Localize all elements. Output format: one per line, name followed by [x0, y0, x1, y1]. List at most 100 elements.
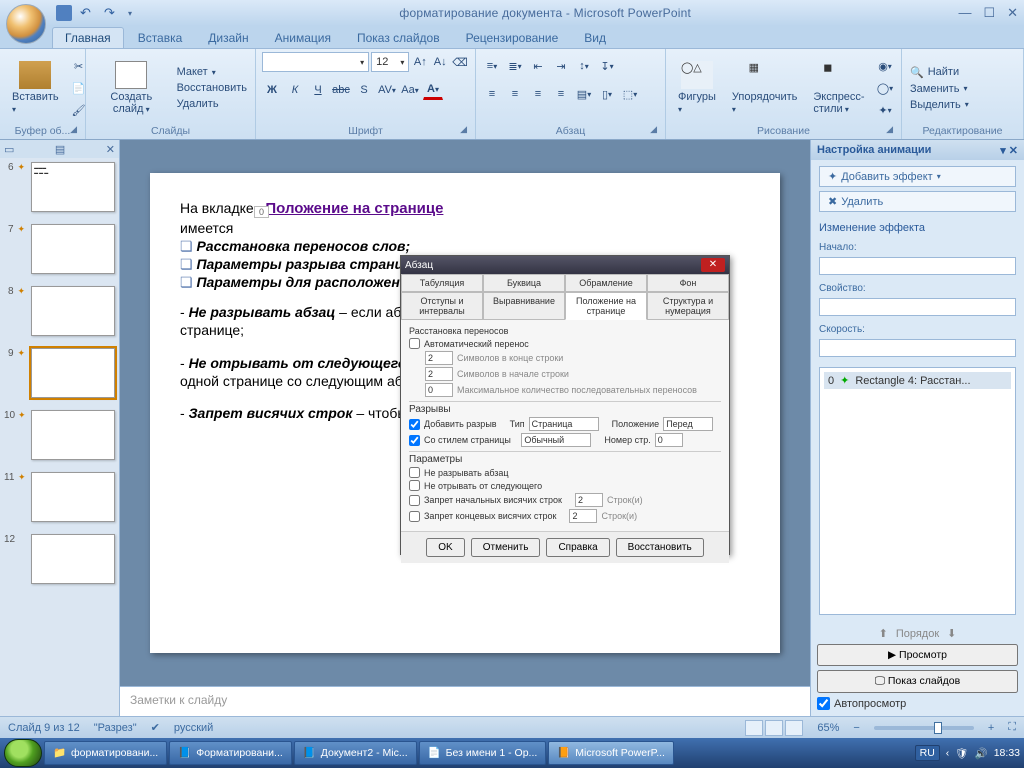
shrink-font-button[interactable]: A↓: [431, 52, 449, 72]
break-type-select[interactable]: Страница: [529, 417, 599, 431]
undo-icon[interactable]: [80, 5, 96, 21]
justify-button[interactable]: ≡: [551, 84, 571, 104]
font-color-button[interactable]: A: [423, 80, 443, 100]
tray-volume-icon[interactable]: 🔊: [975, 747, 988, 760]
font-size-combo[interactable]: 12: [371, 52, 409, 72]
decrease-indent-button[interactable]: ⇤: [528, 56, 548, 76]
task-oo[interactable]: 📄Без имени 1 - Op...: [419, 741, 547, 765]
para-dialog-launcher[interactable]: ◢: [650, 124, 657, 135]
anim-pane-menu-icon[interactable]: ▾: [1000, 145, 1006, 157]
tab-review[interactable]: Рецензирование: [454, 28, 571, 48]
spellcheck-icon[interactable]: ✔: [151, 721, 160, 734]
dtab-tabs[interactable]: Табуляция: [401, 274, 483, 292]
add-break-check[interactable]: [409, 419, 420, 430]
thumb-10[interactable]: 10✦: [4, 410, 115, 460]
text-direction-button[interactable]: ↧: [597, 56, 617, 76]
align-left-button[interactable]: ≡: [482, 84, 502, 104]
tab-insert[interactable]: Вставка: [126, 28, 195, 48]
new-slide-button[interactable]: Создать слайд: [92, 59, 171, 117]
tab-slideshow[interactable]: Показ слайдов: [345, 28, 452, 48]
task-powerpoint[interactable]: 📙Microsoft PowerP...: [548, 741, 674, 765]
shadow-button[interactable]: S: [354, 80, 374, 100]
smartart-button[interactable]: ⬚: [620, 84, 640, 104]
lang-indicator[interactable]: RU: [915, 745, 940, 761]
font-family-combo[interactable]: [262, 52, 369, 72]
keep-together-check[interactable]: [409, 467, 420, 478]
clock[interactable]: 18:33: [994, 747, 1020, 759]
thumb-6[interactable]: 6✦▬▬▬▬ ▬ ▬: [4, 162, 115, 212]
close-button[interactable]: ✕: [1007, 5, 1018, 21]
break-pos-select[interactable]: Перед: [663, 417, 713, 431]
tab-home[interactable]: Главная: [52, 27, 124, 48]
slideshow-view-button[interactable]: [785, 720, 803, 736]
dialog-ok-button[interactable]: OK: [426, 538, 464, 557]
tab-design[interactable]: Дизайн: [196, 28, 260, 48]
bullets-button[interactable]: ≡: [482, 56, 502, 76]
task-explorer[interactable]: 📁форматировани...: [44, 741, 167, 765]
tab-view[interactable]: Вид: [572, 28, 618, 48]
effect-list[interactable]: 0 ✦ Rectangle 4: Расстан...: [819, 367, 1016, 615]
slide-canvas[interactable]: На вкладке Положение на странице имеется…: [150, 173, 780, 653]
zoom-slider[interactable]: [874, 726, 974, 730]
anim-pane-close-icon[interactable]: ✕: [1009, 145, 1018, 157]
effect-item[interactable]: 0 ✦ Rectangle 4: Расстан...: [824, 372, 1011, 389]
maximize-button[interactable]: ☐: [983, 5, 995, 21]
close-thumbs-icon[interactable]: ✕: [106, 143, 115, 156]
widow-start-check[interactable]: [409, 495, 420, 506]
numbering-button[interactable]: ≣: [505, 56, 525, 76]
add-effect-button[interactable]: ✦ Добавить эффект: [819, 166, 1016, 187]
zoom-in-button[interactable]: +: [988, 722, 994, 734]
select-button[interactable]: Выделить: [908, 98, 971, 112]
outline-tab-icon[interactable]: ▭: [4, 143, 14, 156]
normal-view-button[interactable]: [745, 720, 763, 736]
dialog-reset-button[interactable]: Восстановить: [616, 538, 704, 557]
align-center-button[interactable]: ≡: [505, 84, 525, 104]
auto-hyphen-check[interactable]: [409, 338, 420, 349]
thumb-11[interactable]: 11✦: [4, 472, 115, 522]
arrange-button[interactable]: ▦Упорядочить: [726, 59, 803, 117]
align-right-button[interactable]: ≡: [528, 84, 548, 104]
columns-button[interactable]: ▤: [574, 84, 594, 104]
pagenum-spin[interactable]: 0: [655, 433, 683, 447]
thumb-7[interactable]: 7✦: [4, 224, 115, 274]
increase-indent-button[interactable]: ⇥: [551, 56, 571, 76]
clear-format-button[interactable]: ⌫: [451, 52, 469, 72]
shape-fill-button[interactable]: ◉: [875, 56, 895, 76]
draw-dialog-launcher[interactable]: ◢: [886, 124, 893, 135]
widow-end-spin[interactable]: 2: [569, 509, 597, 523]
thumb-9[interactable]: 9✦: [4, 348, 115, 398]
dtab-bg[interactable]: Фон: [647, 274, 729, 292]
reorder-up-icon[interactable]: ⬆: [879, 627, 888, 640]
speed-combo[interactable]: [819, 339, 1016, 357]
dialog-close-button[interactable]: ✕: [701, 258, 725, 272]
autopreview-check[interactable]: [817, 697, 830, 710]
italic-button[interactable]: К: [285, 80, 305, 100]
start-combo[interactable]: [819, 257, 1016, 275]
paste-button[interactable]: Вставить: [6, 59, 65, 117]
grow-font-button[interactable]: A↑: [411, 52, 429, 72]
align-text-button[interactable]: ▯: [597, 84, 617, 104]
preview-button[interactable]: ▶ Просмотр: [817, 644, 1018, 666]
start-chars-spin[interactable]: 2: [425, 367, 453, 381]
reset-slide-button[interactable]: Восстановить: [175, 81, 249, 95]
slides-tab-icon[interactable]: ▤: [55, 143, 65, 156]
page-style-select[interactable]: Обычный: [521, 433, 591, 447]
shapes-button[interactable]: ◯△Фигуры: [672, 59, 722, 117]
start-button[interactable]: [4, 739, 42, 767]
task-word1[interactable]: 📘Форматировани...: [169, 741, 292, 765]
max-hyph-spin[interactable]: 0: [425, 383, 453, 397]
dtab-numbering[interactable]: Структура и нумерация: [647, 292, 729, 320]
notes-pane[interactable]: Заметки к слайду: [120, 686, 810, 716]
dtab-indents[interactable]: Отступы и интервалы: [401, 292, 483, 320]
zoom-out-button[interactable]: −: [853, 722, 859, 734]
language-label[interactable]: русский: [174, 722, 213, 734]
slideshow-button[interactable]: 🖵 Показ слайдов: [817, 670, 1018, 693]
widow-end-check[interactable]: [409, 511, 420, 522]
tab-animation[interactable]: Анимация: [263, 28, 343, 48]
change-case-button[interactable]: Аа: [400, 80, 420, 100]
office-button[interactable]: [6, 4, 46, 44]
replace-button[interactable]: Заменить: [908, 82, 971, 96]
task-word2[interactable]: 📘Документ2 - Mic...: [294, 741, 417, 765]
anim-order-handle[interactable]: 0: [254, 206, 269, 218]
delete-slide-button[interactable]: Удалить: [175, 97, 249, 111]
